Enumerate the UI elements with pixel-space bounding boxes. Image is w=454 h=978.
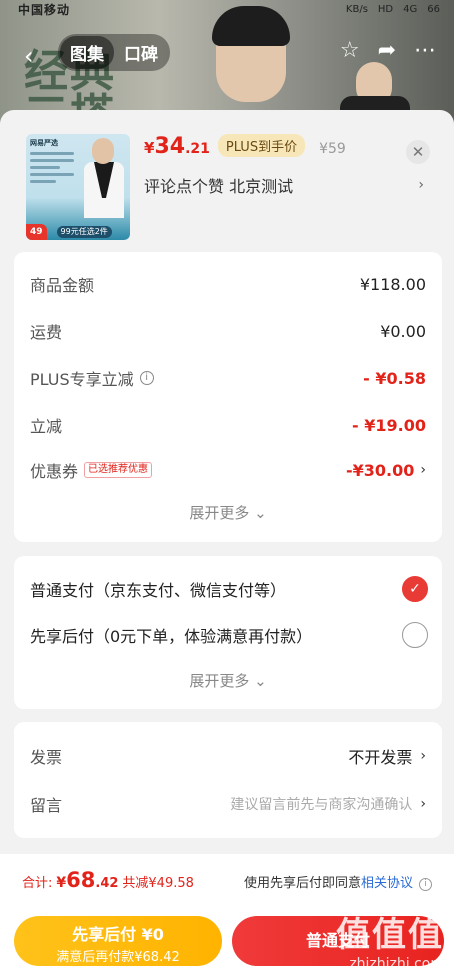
favorite-star-icon[interactable]: ☆ <box>340 38 360 63</box>
expand-more-label: 展开更多 <box>189 672 250 690</box>
invoice-value: 不开发票 <box>348 748 413 767</box>
pay-later-subtitle: 满意后再付款¥68.42 <box>56 950 180 965</box>
battery-icon: 66 <box>427 3 440 15</box>
price-symbol: ¥ <box>144 139 155 157</box>
chevron-right-icon: › <box>420 796 426 812</box>
total-integer: 68 <box>66 868 96 892</box>
amount-value: ¥118.00 <box>359 274 426 294</box>
amount-value: ¥0.00 <box>380 321 426 341</box>
network-speed: KB/s <box>345 3 368 15</box>
top-actions: ☆ ➦ ⋯ <box>340 38 436 63</box>
pay-later-title: 先享后付 ¥0 <box>72 925 164 944</box>
message-label: 留言 <box>30 796 63 815</box>
product-thumbnail[interactable]: 网易严选 49 99元任选2件 <box>26 134 130 240</box>
thumbnail-price: 49 <box>26 224 47 240</box>
total-label: 合计: <box>22 876 53 891</box>
invoice-label: 发票 <box>30 748 63 767</box>
chevron-down-icon: ⌄ <box>254 672 267 690</box>
amount-row-goods: 商品金额 ¥118.00 <box>30 272 426 296</box>
pay-later-button[interactable]: 先享后付 ¥0 满意后再付款¥68.42 <box>14 916 222 966</box>
tab-reviews[interactable]: 口碑 <box>114 36 168 69</box>
watermark-url: zhizhizhi.com <box>349 956 444 972</box>
checkout-bottom-bar: 合计: ¥ 68 .42 共减¥49.58 使用先享后付即同意 相关协议 i 先… <box>0 854 454 978</box>
agreement-text: 使用先享后付即同意 <box>243 876 361 891</box>
amount-label: 优惠券 <box>30 462 79 481</box>
price-row: ¥ 34 .21 PLUS到手价 ¥59 <box>144 134 430 159</box>
amount-row-plus-discount: PLUS专享立减 i - ¥0.58 <box>30 366 426 390</box>
message-placeholder: 建议留言前先与商家沟通确认 <box>230 797 413 813</box>
tab-gallery[interactable]: 图集 <box>60 36 114 69</box>
amount-label: 立减 <box>30 417 63 436</box>
amount-row-instant-discount: 立减 - ¥19.00 <box>30 413 426 437</box>
radio-checked-icon[interactable]: ✓ <box>402 576 428 602</box>
amount-value: - ¥0.58 <box>363 368 426 388</box>
expand-more-label: 展开更多 <box>189 504 250 522</box>
payment-method-card: 普通支付（京东支付、微信支付等） ✓ 先享后付（0元下单，体验满意再付款） 展开… <box>14 556 442 709</box>
thumbnail-model <box>80 136 128 222</box>
payment-option-label: 先享后付（0元下单，体验满意再付款） <box>30 627 313 646</box>
amount-label: 运费 <box>30 323 63 342</box>
amount-label: PLUS专享立减 <box>30 370 134 389</box>
price-decimal: .21 <box>185 141 210 157</box>
amount-row-shipping: 运费 ¥0.00 <box>30 319 426 343</box>
spec-selector[interactable]: 评论点个赞 北京测试 › <box>144 173 430 197</box>
total-symbol: ¥ <box>56 875 67 891</box>
total-saved: 共减¥49.58 <box>122 876 194 891</box>
chevron-right-icon: › <box>420 748 426 764</box>
message-row[interactable]: 留言 建议留言前先与商家沟通确认 › <box>30 792 426 816</box>
invoice-message-card: 发票 不开发票 › 留言 建议留言前先与商家沟通确认 › <box>14 722 442 838</box>
plus-price-badge: PLUS到手价 <box>217 134 306 157</box>
amount-label: 商品金额 <box>30 276 95 295</box>
thumbnail-deal-strip: 49 99元任选2件 <box>26 224 130 240</box>
payment-option-normal[interactable]: 普通支付（京东支付、微信支付等） ✓ <box>30 576 428 602</box>
status-icons: KB/s HD 4G 66 <box>346 4 440 15</box>
chevron-right-icon: › <box>420 462 426 478</box>
thumbnail-deal-text: 99元任选2件 <box>56 226 112 238</box>
agreement-link[interactable]: 相关协议 <box>361 872 413 891</box>
thumbnail-text-lines <box>30 152 74 187</box>
total-row: 合计: ¥ 68 .42 共减¥49.58 使用先享后付即同意 相关协议 i <box>22 868 432 892</box>
amount-value: - ¥19.00 <box>352 415 426 435</box>
thumbnail-brand: 网易严选 <box>30 139 58 147</box>
spec-text: 评论点个赞 北京测试 <box>144 177 294 196</box>
checkout-sheet: 网易严选 49 99元任选2件 ¥ 34 .21 PLUS到手价 ¥59 评论点… <box>0 110 454 978</box>
info-icon[interactable]: i <box>139 371 154 385</box>
product-summary: 网易严选 49 99元任选2件 ¥ 34 .21 PLUS到手价 ¥59 评论点… <box>0 110 454 252</box>
amount-value: -¥30.00 <box>346 460 415 480</box>
hd-icon: HD <box>377 3 394 15</box>
payment-option-label: 普通支付（京东支付、微信支付等） <box>30 581 287 600</box>
expand-more-payment[interactable]: 展开更多 ⌄ <box>14 670 442 691</box>
gallery-tabs: 图集 口碑 <box>58 34 170 71</box>
original-price: ¥59 <box>319 141 346 157</box>
site-watermark: 值值值 zhizhizhi.com <box>336 907 444 972</box>
invoice-row[interactable]: 发票 不开发票 › <box>30 744 426 768</box>
chevron-down-icon: ⌄ <box>254 504 267 522</box>
chevron-right-icon: › <box>418 177 424 193</box>
carrier-label: 中国移动 <box>18 2 71 17</box>
amount-row-coupon[interactable]: 优惠券 已选推荐优惠 -¥30.00 › <box>30 458 426 482</box>
signal-icon: 4G <box>403 3 418 15</box>
watermark-logo: 值值值 <box>336 915 444 955</box>
more-icon[interactable]: ⋯ <box>414 38 436 63</box>
radio-unchecked-icon[interactable] <box>402 622 428 648</box>
payment-option-pay-later[interactable]: 先享后付（0元下单，体验满意再付款） <box>30 622 428 648</box>
coupon-tag: 已选推荐优惠 <box>84 462 153 478</box>
price-integer: 34 <box>154 134 186 159</box>
back-icon[interactable]: ‹ <box>24 42 34 70</box>
total-decimal: .42 <box>95 876 119 891</box>
info-icon[interactable]: i <box>419 878 432 891</box>
expand-more-amounts[interactable]: 展开更多 ⌄ <box>14 502 442 523</box>
amount-breakdown-card: 商品金额 ¥118.00 运费 ¥0.00 PLUS专享立减 i - ¥0.58… <box>14 252 442 542</box>
product-info: ¥ 34 .21 PLUS到手价 ¥59 评论点个赞 北京测试 › <box>144 134 430 252</box>
share-icon[interactable]: ➦ <box>378 38 396 63</box>
close-icon[interactable]: ✕ <box>406 140 430 164</box>
